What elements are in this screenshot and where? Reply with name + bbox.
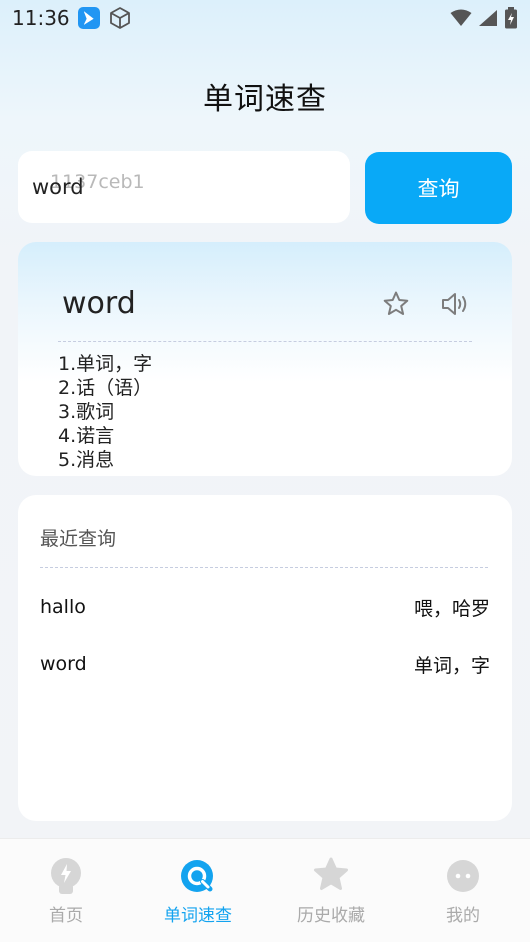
status-bar: 11:36 — [0, 0, 530, 36]
favorite-star-icon[interactable] — [382, 290, 410, 318]
result-word: word — [62, 286, 136, 321]
definition-item: 1.单词，字 — [58, 353, 153, 375]
tab-label: 首页 — [49, 906, 83, 926]
signal-icon — [479, 10, 497, 26]
speaker-icon[interactable] — [440, 290, 470, 318]
definition-item: 4.诺言 — [58, 425, 115, 447]
tab-label: 单词速查 — [164, 906, 232, 926]
recent-item-meaning: 单词，字 — [413, 654, 490, 677]
recent-divider — [40, 567, 488, 568]
recent-searches-card: 最近查询 hallo 喂，哈罗 word 单词，字 — [18, 495, 512, 821]
app-notification-icon — [77, 7, 100, 29]
recent-title: 最近查询 — [40, 528, 117, 550]
recent-item[interactable]: hallo 喂，哈罗 — [40, 591, 490, 623]
wifi-icon — [450, 9, 472, 26]
search-input[interactable]: 1137ceb1 word — [18, 151, 350, 223]
page-title: 单词速查 — [203, 82, 327, 117]
recent-item-word: hallo — [40, 596, 86, 618]
tab-history-favorites[interactable]: 历史收藏 — [265, 839, 397, 942]
status-time: 11:36 — [12, 6, 70, 30]
star-icon — [314, 857, 348, 890]
definition-item: 2.话（语） — [58, 377, 153, 399]
tab-label: 历史收藏 — [297, 906, 365, 926]
battery-icon — [505, 7, 517, 29]
face-icon — [447, 860, 479, 892]
lightbulb-icon — [51, 858, 81, 894]
definition-item: 5.消息 — [58, 449, 115, 471]
search-value: word — [32, 175, 84, 199]
tab-profile[interactable]: 我的 — [397, 839, 529, 942]
recent-item-meaning: 喂，哈罗 — [413, 597, 490, 620]
tab-home[interactable]: 首页 — [0, 839, 132, 942]
tab-word-search[interactable]: 单词速查 — [132, 839, 264, 942]
definition-list: 1.单词，字 2.话（语） 3.歌词 4.诺言 5.消息 — [58, 352, 478, 472]
search-icon — [181, 860, 213, 892]
recent-item-word: word — [40, 653, 87, 675]
bottom-tab-bar: 首页 单词速查 历史收藏 我的 — [0, 838, 530, 942]
search-button[interactable]: 查询 — [365, 152, 512, 224]
result-divider — [58, 341, 472, 342]
cube-icon — [109, 7, 130, 29]
tab-label: 我的 — [446, 906, 480, 926]
definition-item: 3.歌词 — [58, 401, 115, 423]
recent-item[interactable]: word 单词，字 — [40, 648, 490, 680]
result-card: word 1.单词，字 2.话（语） 3.歌词 4.诺言 5.消息 — [18, 242, 512, 476]
